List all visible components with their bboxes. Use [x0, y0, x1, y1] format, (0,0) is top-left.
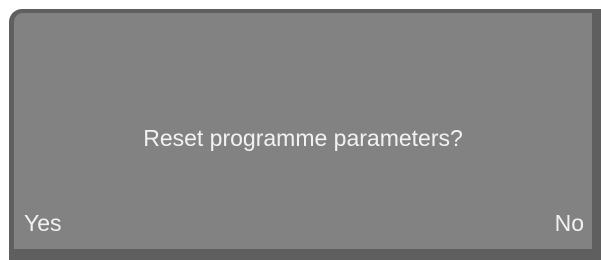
display-screen: Reset programme parameters? Yes No	[14, 13, 592, 249]
yes-button[interactable]: Yes	[24, 210, 62, 237]
dialog-message: Reset programme parameters?	[143, 125, 463, 151]
no-button[interactable]: No	[555, 210, 584, 237]
